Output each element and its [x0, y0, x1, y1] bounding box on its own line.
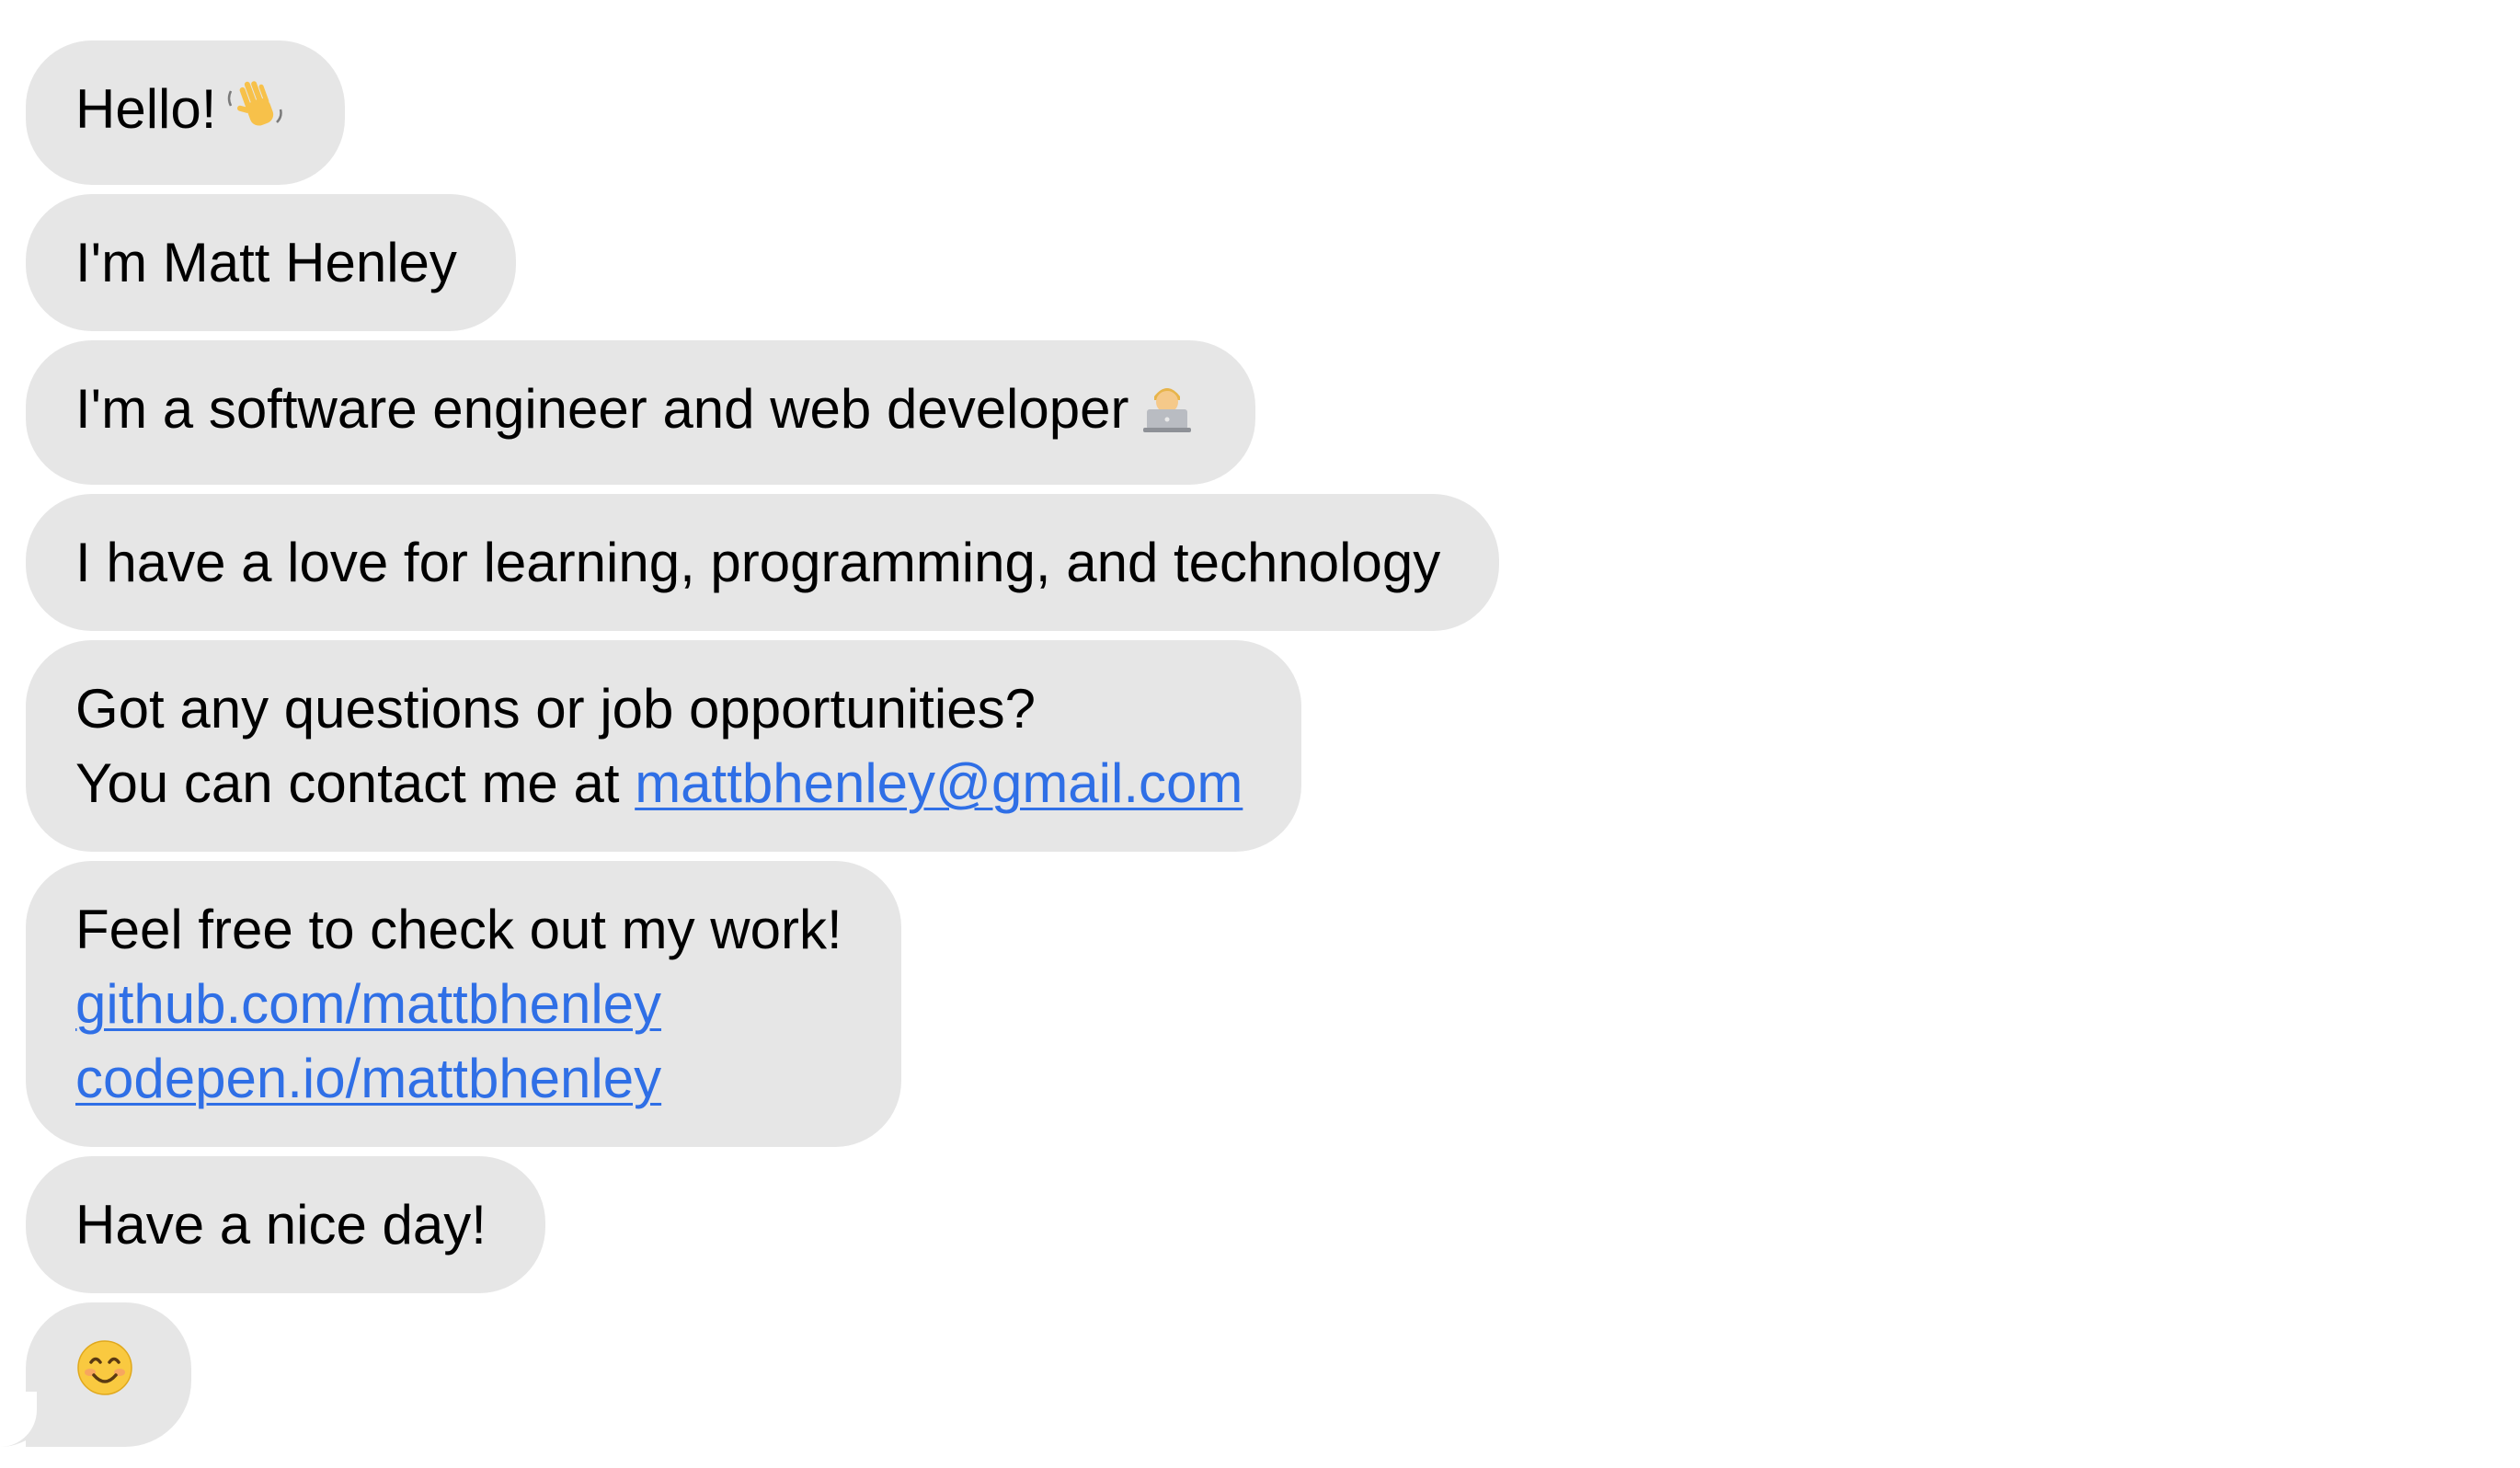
message-text: Feel free to check out my work!: [75, 899, 842, 960]
email-link[interactable]: mattbhenley@gmail.com: [635, 752, 1243, 814]
message-thread: Hello! I'm Matt Henley I'm a software en…: [0, 40, 1500, 1447]
message-text: Have a nice day!: [75, 1194, 487, 1256]
message-bubble-contact: Got any questions or job opportunities? …: [26, 640, 1302, 852]
message-bubble-smile: [0, 1302, 191, 1447]
message-bubble-role: I'm a software engineer and web develope…: [26, 340, 1256, 485]
message-text: I'm Matt Henley: [75, 232, 457, 293]
message-text: Hello!: [75, 78, 217, 140]
contact-line: You can contact me at mattbhenley@gmail.…: [75, 746, 1243, 820]
github-link[interactable]: github.com/mattbhenley: [75, 973, 661, 1035]
wave-icon: [225, 75, 286, 154]
message-bubble-name: I'm Matt Henley: [26, 194, 516, 331]
message-bubble-hello: Hello!: [26, 40, 346, 185]
message-bubble-work: Feel free to check out my work! github.c…: [26, 861, 901, 1147]
message-bubble-goodbye: Have a nice day!: [26, 1156, 545, 1293]
message-text: I have a love for learning, programming,…: [75, 532, 1441, 593]
contact-prefix: You can contact me at: [75, 752, 636, 814]
message-text: I'm a software engineer and web develope…: [75, 378, 1129, 440]
message-bubble-interests: I have a love for learning, programming,…: [26, 494, 1500, 631]
message-text: Got any questions or job opportunities?: [75, 678, 1036, 740]
technologist-icon: [1138, 376, 1197, 453]
codepen-link[interactable]: codepen.io/mattbhenley: [75, 1048, 661, 1109]
smile-icon: [75, 1338, 134, 1416]
